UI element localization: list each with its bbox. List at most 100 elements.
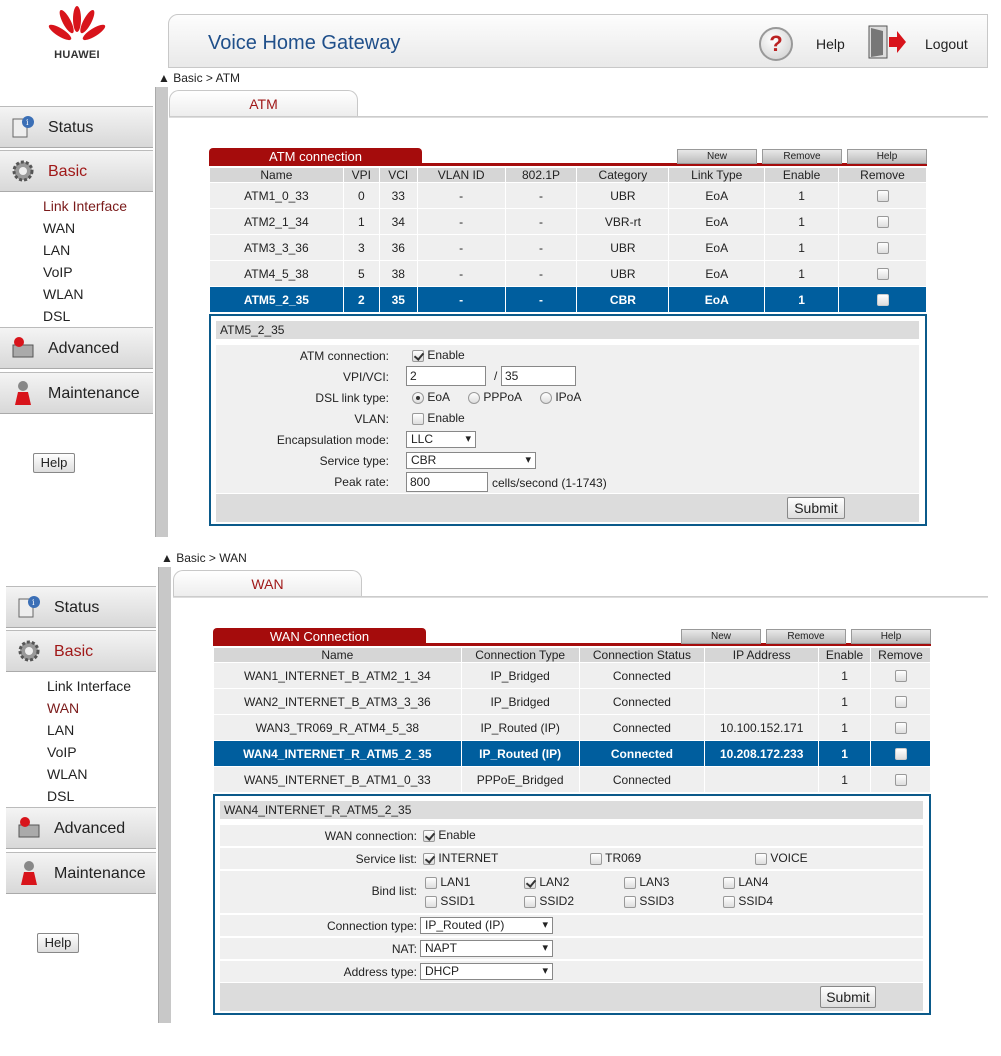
table-row[interactable]: ATM2_1_34 1 34- - VBR-rt EoA 1 [209, 208, 927, 235]
remove-button[interactable]: Remove [762, 149, 842, 164]
remove-checkbox[interactable] [876, 242, 889, 255]
new-button[interactable]: New [681, 629, 761, 644]
remove-checkbox[interactable] [894, 722, 907, 735]
ssid2-checkbox[interactable] [524, 895, 536, 908]
tab-wan[interactable]: WAN [173, 570, 362, 596]
service-type-select[interactable]: CBR [406, 452, 536, 469]
menu-basic-2[interactable]: Basic [6, 630, 156, 672]
table-row[interactable]: WAN1_INTERNET_B_ATM2_1_34 IP_Bridged Conne… [213, 662, 931, 689]
remove-checkbox[interactable] [894, 774, 907, 787]
table-row[interactable]: ATM3_3_36 3 36- - UBR EoA 1 [209, 234, 927, 261]
cell-connection-type: PPPoE_Bridged [460, 766, 580, 793]
logout-link[interactable]: Logout [925, 36, 968, 52]
tab-atm[interactable]: ATM [169, 90, 358, 116]
sidebar-item-dsl[interactable]: DSL [4, 785, 157, 807]
ssid1-checkbox[interactable] [425, 895, 437, 908]
addr-type-select[interactable]: DHCP [420, 963, 553, 980]
peak-rate-input[interactable]: 800 [406, 472, 488, 492]
cell-category: UBR [576, 182, 670, 209]
sidebar-item-lan[interactable]: LAN [0, 239, 153, 261]
remove-checkbox[interactable] [876, 268, 889, 281]
ssid3-checkbox[interactable] [624, 895, 636, 908]
remove-checkbox[interactable] [876, 190, 889, 203]
sidebar-item-wlan[interactable]: WLAN [4, 763, 157, 785]
eoa-radio[interactable] [412, 391, 424, 404]
remove-checkbox[interactable] [894, 696, 907, 709]
sidebar-help-button[interactable]: Help [33, 453, 75, 473]
conn-type-select[interactable]: IP_Routed (IP) [420, 917, 553, 934]
eoa-label: EoA [427, 390, 451, 404]
atm-enable-checkbox[interactable] [412, 349, 424, 362]
help-link[interactable]: Help [816, 36, 845, 52]
sidebar-item-voip[interactable]: VoIP [4, 741, 157, 763]
menu-status[interactable]: i Status [0, 106, 153, 148]
sidebar-help-button[interactable]: Help [37, 933, 79, 953]
ipoa-radio[interactable] [540, 391, 552, 404]
sidebar-item-link-interface[interactable]: Link Interface [0, 195, 153, 217]
help-button[interactable]: Help [847, 149, 927, 164]
breadcrumb-text: Basic > WAN [176, 551, 247, 565]
cell-connection-type: IP_Routed (IP) [460, 714, 580, 741]
wan-submit-button[interactable]: Submit [820, 986, 876, 1008]
sidebar-item-voip[interactable]: VoIP [0, 261, 153, 283]
sidebar-item-wlan[interactable]: WLAN [0, 283, 153, 305]
sidebar-scrollbar[interactable] [155, 87, 168, 537]
logout-door-icon[interactable] [867, 25, 907, 59]
remove-checkbox[interactable] [876, 294, 889, 307]
cell-name: WAN2_INTERNET_B_ATM3_3_36 [213, 688, 462, 715]
menu-maintenance-2[interactable]: Maintenance [6, 852, 156, 894]
nat-select[interactable]: NAPT [420, 940, 553, 957]
remove-checkbox[interactable] [894, 748, 907, 761]
voice-checkbox[interactable] [755, 852, 767, 865]
lan1-checkbox[interactable] [425, 876, 437, 889]
lan3-checkbox[interactable] [624, 876, 636, 889]
help-button[interactable]: Help [851, 629, 931, 644]
table-row[interactable]: WAN3_TR069_R_ATM4_5_38 IP_Routed (IP) Conn… [213, 714, 931, 741]
vci-input[interactable]: 35 [501, 366, 576, 386]
internet-checkbox[interactable] [423, 852, 435, 865]
table-row[interactable]: ATM1_0_33 0 33- - UBR EoA 1 [209, 182, 927, 209]
sidebar-item-wan[interactable]: WAN [0, 217, 153, 239]
table-row[interactable]: WAN2_INTERNET_B_ATM3_3_36 IP_Bridged Conne… [213, 688, 931, 715]
remove-checkbox[interactable] [894, 670, 907, 683]
cell-category: UBR [576, 234, 670, 261]
sidebar-item-lan[interactable]: LAN [4, 719, 157, 741]
ssid4-checkbox[interactable] [723, 895, 735, 908]
new-button[interactable]: New [677, 149, 757, 164]
wan-enable-checkbox[interactable] [423, 829, 435, 842]
table-row[interactable]: ATM4_5_38 5 38- - UBR EoA 1 [209, 260, 927, 287]
col-connection-type: Connection Type [460, 647, 580, 663]
menu-basic[interactable]: Basic [0, 150, 153, 192]
cell-ip-address: 10.208.172.233 [704, 740, 820, 767]
cell-category: CBR [576, 286, 670, 313]
cell-enable: 1 [818, 714, 872, 741]
cell-enable: 1 [764, 182, 840, 209]
encap-select[interactable]: LLC [406, 431, 476, 448]
table-row[interactable]: ATM5_2_35 2 35- - CBR EoA 1 [209, 286, 927, 313]
remove-checkbox[interactable] [876, 216, 889, 229]
atm-submit-button[interactable]: Submit [787, 497, 845, 519]
vpivci-slash: / [494, 369, 498, 383]
table-row[interactable]: WAN5_INTERNET_B_ATM1_0_33 PPPoE_Bridged Co… [213, 766, 931, 793]
menu-advanced-2[interactable]: Advanced [6, 807, 156, 849]
vpi-input[interactable]: 2 [406, 366, 486, 386]
cell-8021p: - [504, 260, 578, 287]
remove-button[interactable]: Remove [766, 629, 846, 644]
sidebar-item-wan[interactable]: WAN [4, 697, 157, 719]
lan2-checkbox[interactable] [524, 876, 536, 889]
tr069-checkbox[interactable] [590, 852, 602, 865]
menu-advanced[interactable]: Advanced [0, 327, 153, 369]
service-list-label: Service list: [355, 852, 417, 866]
help-question-icon[interactable]: ? [759, 27, 793, 61]
sidebar-item-dsl[interactable]: DSL [0, 305, 153, 327]
menu-maintenance[interactable]: Maintenance [0, 372, 153, 414]
cell-ip-address [704, 662, 820, 689]
sidebar-item-link-interface[interactable]: Link Interface [4, 675, 157, 697]
lan4-checkbox[interactable] [723, 876, 735, 889]
pppoa-radio[interactable] [468, 391, 480, 404]
table-row[interactable]: WAN4_INTERNET_R_ATM5_2_35 IP_Routed (IP) C… [213, 740, 931, 767]
col-remove: Remove [870, 647, 931, 663]
vlan-enable-checkbox[interactable] [412, 412, 424, 425]
menu-status-2[interactable]: i Status [6, 586, 156, 628]
sidebar-scrollbar-2[interactable] [158, 567, 171, 1023]
